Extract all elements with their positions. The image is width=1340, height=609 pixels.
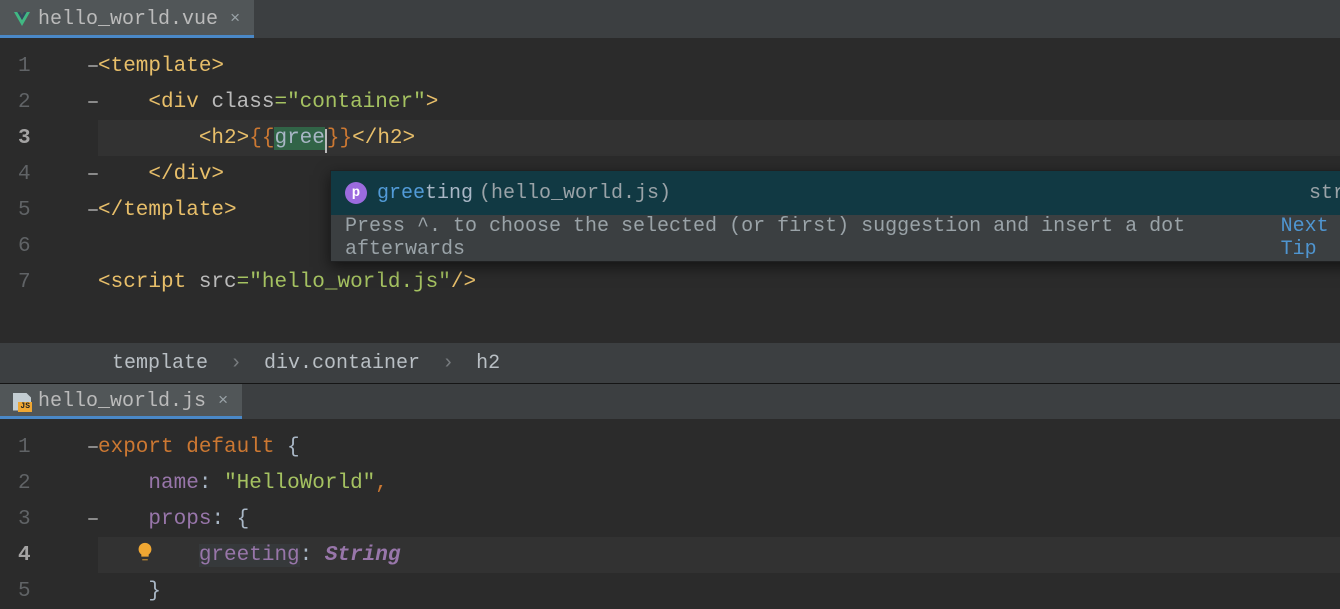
editor-pane-top: hello_world.vue × 1234567 p greeting (he… bbox=[0, 0, 1340, 383]
line-number-gutter: 12345 bbox=[0, 419, 98, 609]
code-line[interactable]: <div class="container"> bbox=[98, 84, 1340, 120]
close-icon[interactable]: × bbox=[226, 10, 240, 29]
code-token: : bbox=[199, 472, 224, 495]
code-token: </template> bbox=[98, 199, 237, 222]
editor-tab[interactable]: hello_world.vue × bbox=[0, 0, 254, 38]
code-line[interactable]: export default { bbox=[98, 429, 1340, 465]
code-token: : { bbox=[211, 508, 249, 531]
fold-icon[interactable] bbox=[88, 101, 98, 103]
code-line[interactable]: <script src="hello_world.js"/> bbox=[98, 264, 1340, 300]
chevron-right-icon: › bbox=[442, 352, 454, 375]
fold-icon[interactable] bbox=[88, 173, 98, 175]
intention-bulb-icon[interactable] bbox=[134, 541, 156, 563]
line-number: 6 bbox=[0, 228, 98, 264]
close-icon[interactable]: × bbox=[214, 392, 228, 411]
code-token: gree bbox=[274, 127, 324, 150]
code-token: </div> bbox=[148, 163, 224, 186]
autocomplete-popup[interactable]: p greeting (hello_world.js) string Press… bbox=[330, 170, 1340, 262]
code-token: String bbox=[325, 544, 401, 567]
fold-icon[interactable] bbox=[88, 446, 98, 448]
code-token: <div bbox=[148, 91, 211, 114]
code-line[interactable]: props: { bbox=[98, 501, 1340, 537]
editor-pane-bottom: JS hello_world.js × 12345 export default… bbox=[0, 383, 1340, 609]
code-token: > bbox=[426, 91, 439, 114]
code-line[interactable]: <h2>{{gree}}</h2> bbox=[98, 120, 1340, 156]
line-number: 4 bbox=[0, 537, 98, 573]
code-token: "container" bbox=[287, 91, 426, 114]
code-token: } bbox=[148, 580, 161, 603]
autocomplete-item[interactable]: p greeting (hello_world.js) string bbox=[331, 171, 1340, 215]
tab-filename: hello_world.vue bbox=[38, 8, 218, 31]
code-token: props bbox=[148, 508, 211, 531]
code-token: greeting bbox=[199, 544, 300, 567]
code-token: src bbox=[199, 271, 237, 294]
code-token: export default bbox=[98, 436, 287, 459]
text-caret bbox=[325, 129, 327, 153]
line-number: 1 bbox=[0, 48, 98, 84]
line-number: 5 bbox=[0, 192, 98, 228]
fold-icon[interactable] bbox=[88, 65, 98, 67]
code-token: { bbox=[287, 436, 300, 459]
chevron-right-icon: › bbox=[230, 352, 242, 375]
tab-bar: JS hello_world.js × bbox=[0, 384, 1340, 419]
code-token: {{ bbox=[249, 127, 274, 150]
line-number: 3 bbox=[0, 501, 98, 537]
code-token: "hello_world.js" bbox=[249, 271, 451, 294]
property-icon: p bbox=[345, 182, 367, 204]
line-number: 3 bbox=[0, 120, 98, 156]
editor-area[interactable]: 12345 export default { name: "HelloWorld… bbox=[0, 419, 1340, 609]
code-token: </h2> bbox=[352, 127, 415, 150]
suggestion-type: string bbox=[1309, 182, 1340, 205]
line-number: 2 bbox=[0, 465, 98, 501]
code-area[interactable]: export default { name: "HelloWorld", pro… bbox=[98, 419, 1340, 609]
fold-icon[interactable] bbox=[88, 518, 98, 520]
code-line[interactable]: greeting: String bbox=[98, 537, 1340, 573]
code-token: , bbox=[375, 472, 388, 495]
code-token: <h2> bbox=[199, 127, 249, 150]
code-token: = bbox=[274, 91, 287, 114]
code-token: name bbox=[148, 472, 198, 495]
autocomplete-hint: Press ^. to choose the selected (or firs… bbox=[331, 215, 1340, 261]
js-file-icon: JS bbox=[14, 394, 30, 410]
next-tip-link[interactable]: Next Tip bbox=[1281, 215, 1340, 261]
tab-bar: hello_world.vue × bbox=[0, 0, 1340, 38]
breadcrumb-item[interactable]: template bbox=[112, 352, 208, 375]
code-token: class bbox=[211, 91, 274, 114]
breadcrumb-item[interactable]: h2 bbox=[476, 352, 500, 375]
editor-area[interactable]: 1234567 p greeting (hello_world.js) stri… bbox=[0, 38, 1340, 343]
suggestion-name: greeting bbox=[377, 182, 473, 205]
breadcrumb-item[interactable]: div.container bbox=[264, 352, 420, 375]
line-number-gutter: 1234567 bbox=[0, 38, 98, 343]
line-number: 4 bbox=[0, 156, 98, 192]
code-token: /> bbox=[451, 271, 476, 294]
hint-text: Press ^. to choose the selected (or firs… bbox=[345, 215, 1271, 261]
code-token: = bbox=[237, 271, 250, 294]
line-number: 5 bbox=[0, 573, 98, 609]
line-number: 2 bbox=[0, 84, 98, 120]
code-token: : bbox=[300, 544, 325, 567]
code-line[interactable]: name: "HelloWorld", bbox=[98, 465, 1340, 501]
code-token: <script bbox=[98, 271, 199, 294]
editor-tab[interactable]: JS hello_world.js × bbox=[0, 384, 242, 419]
code-token: "HelloWorld" bbox=[224, 472, 375, 495]
code-token: <template> bbox=[98, 55, 224, 78]
line-number: 7 bbox=[0, 264, 98, 300]
line-number: 1 bbox=[0, 429, 98, 465]
tab-filename: hello_world.js bbox=[38, 390, 206, 413]
breadcrumb-bar[interactable]: template › div.container › h2 bbox=[0, 343, 1340, 383]
code-line[interactable]: } bbox=[98, 573, 1340, 609]
suggestion-source: (hello_world.js) bbox=[479, 182, 671, 205]
fold-icon[interactable] bbox=[88, 209, 98, 211]
code-line[interactable]: <template> bbox=[98, 48, 1340, 84]
code-area[interactable]: p greeting (hello_world.js) string Press… bbox=[98, 38, 1340, 343]
code-token: }} bbox=[327, 127, 352, 150]
vue-file-icon bbox=[14, 11, 30, 27]
